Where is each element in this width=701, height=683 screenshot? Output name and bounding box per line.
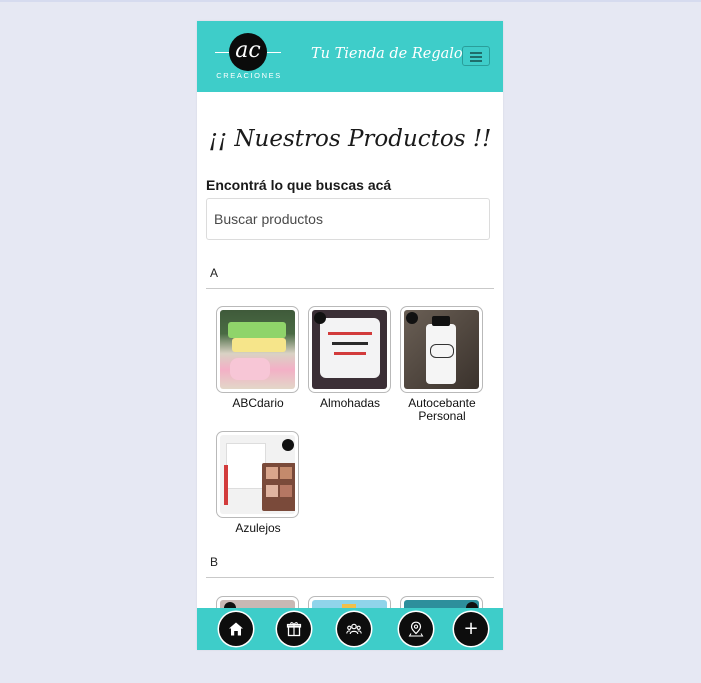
product-thumbnail[interactable] — [216, 431, 299, 518]
product-name: ABCdario — [232, 396, 284, 410]
mobile-viewport: ac CREACIONES Tu Tienda de Regalos ¡¡ Nu… — [197, 21, 503, 650]
group-icon — [346, 623, 362, 635]
product-card[interactable] — [215, 596, 301, 608]
plus-icon: + — [463, 618, 479, 639]
product-card-autocebante[interactable]: Autocebante Personal — [399, 306, 485, 423]
page-title: ¡¡ Nuestros Productos !! — [208, 126, 492, 152]
product-thumbnail[interactable] — [216, 596, 299, 608]
menu-icon-bar — [470, 60, 482, 62]
bottom-nav: + — [197, 608, 503, 650]
search-label: Encontrá lo que buscas acá — [206, 177, 392, 193]
autocebante-image — [404, 310, 479, 389]
ac-badge — [406, 312, 418, 324]
main-content: ¡¡ Nuestros Productos !! Encontrá lo que… — [197, 92, 503, 608]
product-name: Almohadas — [319, 396, 381, 410]
location-pin-icon — [408, 621, 424, 637]
product-name: Azulejos — [235, 521, 281, 535]
product-thumbnail[interactable] — [216, 306, 299, 393]
product-card[interactable] — [307, 596, 393, 608]
site-header: ac CREACIONES Tu Tienda de Regalos — [197, 21, 503, 92]
nav-shop-button[interactable] — [277, 612, 311, 646]
product-image — [312, 600, 387, 608]
abcdario-image — [220, 310, 295, 389]
product-thumbnail[interactable] — [308, 596, 391, 608]
ac-badge — [282, 439, 294, 451]
menu-icon-bar — [470, 56, 482, 58]
nav-about-button[interactable] — [337, 612, 371, 646]
section-divider — [206, 577, 494, 578]
product-card[interactable] — [399, 596, 485, 608]
section-letter-b: B — [210, 555, 219, 569]
nav-location-button[interactable] — [399, 612, 433, 646]
gift-shop-icon — [286, 622, 302, 637]
product-thumbnail[interactable] — [400, 306, 483, 393]
home-icon — [229, 622, 243, 636]
menu-icon-bar — [470, 52, 482, 54]
search-input[interactable] — [206, 198, 490, 240]
section-divider — [206, 288, 494, 289]
ac-badge — [314, 312, 326, 324]
product-card-azulejos[interactable]: Azulejos — [215, 431, 301, 535]
top-edge — [0, 0, 701, 2]
logo-text: CREACIONES — [216, 71, 282, 80]
product-thumbnail[interactable] — [400, 596, 483, 608]
logo-line-left — [215, 52, 229, 53]
product-card-almohadas[interactable]: Almohadas — [307, 306, 393, 410]
product-image — [220, 600, 295, 608]
nav-home-button[interactable] — [219, 612, 253, 646]
nav-more-button[interactable]: + — [454, 612, 488, 646]
logo-line-right — [267, 52, 281, 53]
hamburger-menu-button[interactable] — [462, 46, 490, 66]
product-card-abcdario[interactable]: ABCdario — [215, 306, 301, 410]
product-name: Autocebante Personal — [408, 396, 476, 423]
section-letter-a: A — [210, 266, 219, 280]
tagline: Tu Tienda de Regalos — [311, 46, 471, 62]
product-thumbnail[interactable] — [308, 306, 391, 393]
logo-monogram: ac — [229, 33, 267, 71]
brand-logo[interactable]: ac CREACIONES — [215, 33, 285, 83]
product-image — [404, 600, 479, 608]
azulejos-image — [220, 435, 295, 514]
almohadas-image — [312, 310, 387, 389]
